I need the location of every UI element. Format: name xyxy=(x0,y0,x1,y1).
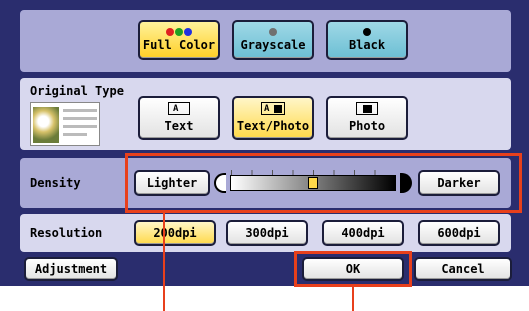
resolution-panel: Resolution 200dpi 300dpi 400dpi 600dpi xyxy=(20,214,511,252)
resolution-label: Resolution xyxy=(30,226,103,240)
photo-label: Photo xyxy=(348,119,386,133)
text-photo-label: Text/Photo xyxy=(236,119,310,133)
text-photo-original-icon: A xyxy=(261,102,285,115)
photo-original-icon xyxy=(356,102,378,115)
adjustment-label: Adjustment xyxy=(34,262,108,276)
ok-button[interactable]: OK xyxy=(302,257,404,281)
resolution-400dpi-label: 400dpi xyxy=(341,226,385,240)
original-type-panel: Original Type A Text A Text/Photo Photo xyxy=(20,78,511,150)
lighter-label: Lighter xyxy=(146,176,198,190)
grayscale-label: Grayscale xyxy=(240,38,306,52)
density-slider-thumb[interactable] xyxy=(308,177,318,189)
density-label: Density xyxy=(30,176,81,190)
gray-dot-icon xyxy=(269,28,277,36)
copy-settings-screen: Full Color Grayscale Black Original Type… xyxy=(0,0,529,286)
color-mode-panel: Full Color Grayscale Black xyxy=(20,10,511,72)
original-thumbnail-image xyxy=(30,102,100,146)
text-button[interactable]: A Text xyxy=(138,96,220,140)
black-button[interactable]: Black xyxy=(326,20,408,60)
darker-label: Darker xyxy=(437,176,481,190)
text-photo-button[interactable]: A Text/Photo xyxy=(232,96,314,140)
density-callout-line xyxy=(163,213,165,311)
full-color-label: Full Color xyxy=(142,38,216,52)
black-dot-icon xyxy=(363,28,371,36)
ok-label: OK xyxy=(345,262,361,276)
grayscale-button[interactable]: Grayscale xyxy=(232,20,314,60)
resolution-600dpi-label: 600dpi xyxy=(437,226,481,240)
text-original-icon: A xyxy=(168,102,190,115)
resolution-200dpi-button[interactable]: 200dpi xyxy=(134,220,216,246)
original-type-label: Original Type xyxy=(30,84,124,98)
light-half-circle-icon xyxy=(214,173,226,193)
dark-half-circle-icon xyxy=(400,173,412,193)
cancel-button[interactable]: Cancel xyxy=(414,257,512,281)
density-slider[interactable] xyxy=(230,170,396,191)
photo-button[interactable]: Photo xyxy=(326,96,408,140)
density-ticks xyxy=(231,170,395,175)
resolution-600dpi-button[interactable]: 600dpi xyxy=(418,220,500,246)
ok-callout-line xyxy=(352,287,354,311)
resolution-200dpi-label: 200dpi xyxy=(153,226,197,240)
cancel-label: Cancel xyxy=(441,262,485,276)
darker-button[interactable]: Darker xyxy=(418,170,500,196)
text-label: Text xyxy=(164,119,194,133)
resolution-300dpi-label: 300dpi xyxy=(245,226,289,240)
resolution-400dpi-button[interactable]: 400dpi xyxy=(322,220,404,246)
rgb-dots-icon xyxy=(166,28,192,36)
full-color-button[interactable]: Full Color xyxy=(138,20,220,60)
resolution-300dpi-button[interactable]: 300dpi xyxy=(226,220,308,246)
adjustment-button[interactable]: Adjustment xyxy=(24,257,118,281)
lighter-button[interactable]: Lighter xyxy=(134,170,210,196)
density-panel: Density Lighter Darker xyxy=(20,158,511,208)
black-label: Black xyxy=(348,38,386,52)
